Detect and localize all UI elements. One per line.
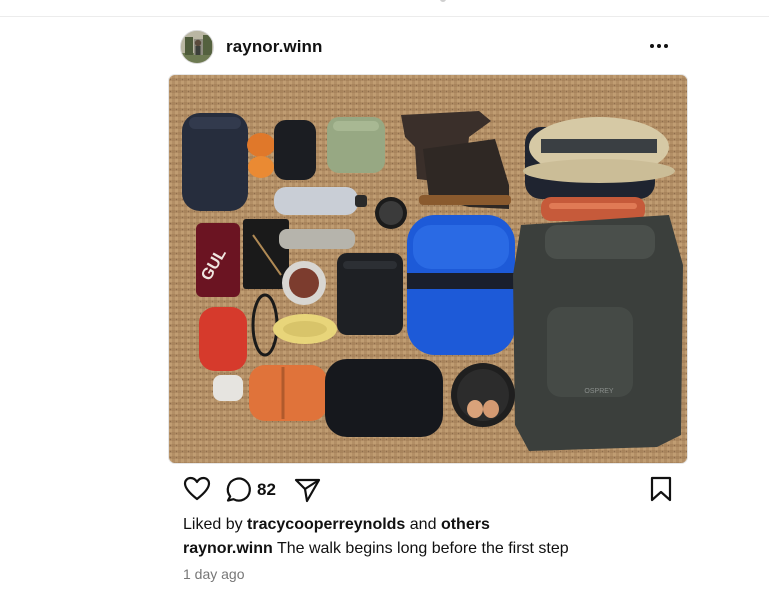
- post-header: raynor.winn: [180, 28, 686, 66]
- liked-by-user-link[interactable]: tracycooperreynolds: [247, 516, 405, 533]
- comment-count: 82: [257, 480, 276, 499]
- post-timestamp[interactable]: 1 day ago: [183, 566, 245, 582]
- like-button[interactable]: [182, 474, 212, 504]
- caption-text: The walk begins long before the first st…: [276, 540, 569, 557]
- more-options-icon: [650, 44, 668, 48]
- post-caption: raynor.winn The walk begins long before …: [183, 540, 569, 558]
- share-button[interactable]: [292, 474, 322, 504]
- likes-others-link[interactable]: others: [441, 516, 490, 533]
- bookmark-icon: [650, 476, 672, 502]
- more-options-button[interactable]: [646, 34, 672, 58]
- top-bar: [0, 0, 769, 17]
- post-image[interactable]: GUL OSPREY: [169, 75, 687, 463]
- gear-flatlay-illustration: GUL OSPREY: [169, 75, 687, 463]
- avatar-image: [181, 31, 213, 63]
- osprey-label: OSPREY: [584, 388, 614, 395]
- heart-icon: [183, 476, 211, 501]
- comment-button[interactable]: [224, 474, 254, 504]
- likes-summary: Liked by tracycooperreynolds and others: [183, 516, 490, 534]
- caption-username-link[interactable]: raynor.winn: [183, 540, 273, 557]
- top-bar-indicator: [440, 0, 446, 2]
- comment-bubble-icon: [226, 477, 251, 502]
- save-button[interactable]: [646, 474, 676, 504]
- likes-joiner: and: [409, 516, 437, 533]
- avatar[interactable]: [180, 30, 214, 64]
- likes-prefix: Liked by: [183, 516, 243, 533]
- post-username[interactable]: raynor.winn: [226, 37, 323, 57]
- post-actions: 82: [180, 474, 680, 506]
- share-send-icon: [294, 478, 321, 503]
